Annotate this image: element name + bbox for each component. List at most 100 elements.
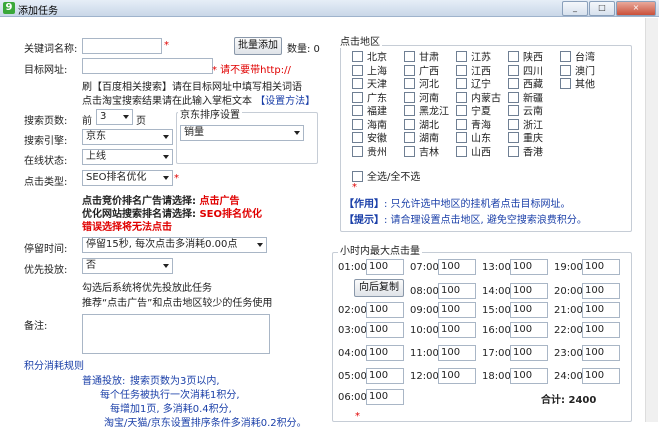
region-checkbox[interactable]: 黑龙江 [404, 105, 456, 119]
remark-textarea[interactable] [82, 314, 270, 354]
region-checkbox[interactable]: 湖南 [404, 132, 456, 146]
batch-add-button[interactable]: 批量添加 [234, 37, 282, 55]
hour-max-clicks-input[interactable]: 100 [582, 322, 620, 338]
hour-max-clicks-input[interactable]: 100 [438, 283, 476, 299]
region-checkbox[interactable]: 天津 [352, 78, 404, 92]
select-all-checkbox[interactable]: 全选/全不选 [352, 168, 420, 183]
region-checkbox[interactable]: 山西 [456, 145, 508, 160]
checkbox-icon [560, 51, 571, 62]
region-checkbox[interactable]: 山东 [456, 132, 508, 146]
hour-label: 21:00 [554, 305, 583, 316]
stepper-arrow-icon [123, 115, 129, 119]
region-checkbox[interactable]: 海南 [352, 118, 404, 133]
search-pages-stepper[interactable]: 3 [96, 109, 133, 125]
region-checkbox[interactable]: 北京 [352, 51, 404, 65]
hour-max-clicks-input[interactable]: 100 [582, 259, 620, 275]
region-checkbox[interactable]: 辽宁 [456, 78, 508, 92]
hour-max-clicks-input[interactable]: 100 [366, 259, 404, 275]
priority-hint2: 推荐“点击广告”和点击地区较少的任务使用 [82, 298, 273, 309]
region-label: 江苏 [471, 52, 491, 64]
target-url-input[interactable] [82, 58, 213, 74]
region-checkbox[interactable]: 云南 [508, 105, 560, 119]
hour-max-clicks-input[interactable]: 100 [438, 302, 476, 318]
click-type-select[interactable]: SEO排名优化 [82, 170, 173, 186]
region-checkbox[interactable]: 澳门 [560, 64, 612, 79]
region-checkbox[interactable]: 江西 [456, 64, 508, 79]
jd-sort-select[interactable]: 销量 [180, 125, 304, 141]
region-checkbox[interactable]: 上海 [352, 64, 404, 79]
region-checkbox[interactable]: 河北 [404, 78, 456, 92]
hour-label: 07:00 [410, 262, 439, 273]
checkbox-icon [404, 78, 415, 89]
hour-max-clicks-input[interactable]: 100 [510, 345, 548, 361]
close-button[interactable]: × [616, 1, 656, 16]
hour-max-clicks-input[interactable]: 100 [438, 368, 476, 384]
hour-max-clicks-input[interactable]: 100 [438, 345, 476, 361]
region-label: 甘肃 [419, 52, 439, 64]
hour-max-clicks-input[interactable]: 100 [510, 322, 548, 338]
region-checkbox[interactable]: 宁夏 [456, 105, 508, 119]
hour-max-clicks-input[interactable]: 100 [510, 302, 548, 318]
hour-max-clicks-input[interactable]: 100 [438, 259, 476, 275]
region-checkbox[interactable]: 贵州 [352, 145, 404, 160]
hour-max-clicks-input[interactable]: 100 [366, 368, 404, 384]
engine-select[interactable]: 京东 [82, 129, 173, 145]
minimize-button[interactable]: _ [562, 1, 588, 16]
region-checkbox[interactable]: 湖北 [404, 118, 456, 133]
region-checkbox[interactable]: 河南 [404, 91, 456, 106]
region-checkbox[interactable]: 青海 [456, 118, 508, 133]
online-select[interactable]: 上线 [82, 149, 173, 165]
checkbox-icon [508, 51, 519, 62]
region-label: 湖南 [419, 133, 439, 145]
region-checkbox[interactable]: 香港 [508, 145, 560, 160]
hour-label: 18:00 [482, 371, 511, 382]
region-label: 海南 [367, 120, 387, 131]
region-empty-cell [560, 106, 612, 119]
hour-max-clicks-input[interactable]: 100 [510, 283, 548, 299]
region-checkbox[interactable]: 吉林 [404, 145, 456, 160]
region-checkbox[interactable]: 新疆 [508, 91, 560, 106]
hour-max-clicks-input[interactable]: 100 [366, 345, 404, 361]
hour-max-clicks-input[interactable]: 100 [582, 283, 620, 299]
region-checkbox[interactable]: 重庆 [508, 132, 560, 146]
region-checkbox[interactable]: 安徽 [352, 132, 404, 146]
taobao-hint: 点击淘宝搜索结果请在此输入掌柜文本 【设置方法】 [82, 92, 315, 107]
note-effect-label: 【作用】 [344, 199, 384, 210]
hour-max-clicks-input[interactable]: 100 [366, 302, 404, 318]
hour-max-clicks-input[interactable]: 100 [366, 389, 404, 405]
hour-max-clicks-input[interactable]: 100 [510, 368, 548, 384]
region-label: 福建 [367, 106, 387, 118]
region-checkbox[interactable]: 四川 [508, 64, 560, 79]
hour-max-clicks-input[interactable]: 100 [438, 322, 476, 338]
region-label: 湖北 [419, 120, 439, 131]
region-checkbox[interactable]: 广东 [352, 91, 404, 106]
hour-max-clicks-input[interactable]: 100 [510, 259, 548, 275]
hour-max-clicks-input[interactable]: 100 [366, 322, 404, 338]
keyword-input[interactable] [82, 38, 162, 54]
region-checkbox[interactable]: 西藏 [508, 78, 560, 92]
region-checkbox[interactable]: 甘肃 [404, 51, 456, 65]
priority-select[interactable]: 否 [82, 258, 173, 274]
hour-max-clicks-input[interactable]: 100 [582, 302, 620, 318]
vertical-scrollbar[interactable] [645, 18, 658, 422]
region-checkbox[interactable]: 陕西 [508, 51, 560, 65]
region-checkbox[interactable]: 福建 [352, 105, 404, 119]
copy-forward-button[interactable]: 向后复制 [354, 279, 404, 297]
checkbox-icon [508, 78, 519, 89]
stay-select[interactable]: 停留15秒, 每次点击多消耗0.00点 [82, 237, 267, 253]
search-pages-suffix: 页 [136, 116, 146, 127]
hour-label: 13:00 [482, 262, 511, 273]
checkbox-icon [404, 64, 415, 76]
region-checkbox[interactable]: 内蒙古 [456, 91, 508, 106]
click-type-label: 点击类型: [24, 177, 68, 188]
region-checkbox[interactable]: 浙江 [508, 118, 560, 133]
maximize-button[interactable]: □ [589, 1, 615, 16]
hour-max-clicks-input[interactable]: 100 [582, 345, 620, 361]
region-checkbox[interactable]: 广西 [404, 64, 456, 79]
region-checkbox[interactable]: 其他 [560, 78, 612, 92]
setting-method-link[interactable]: 【设置方法】 [255, 96, 315, 107]
region-checkbox[interactable]: 台湾 [560, 51, 612, 65]
keyword-label: 关键词名称: [24, 44, 78, 55]
region-checkbox[interactable]: 江苏 [456, 51, 508, 65]
hour-max-clicks-input[interactable]: 100 [582, 368, 620, 384]
